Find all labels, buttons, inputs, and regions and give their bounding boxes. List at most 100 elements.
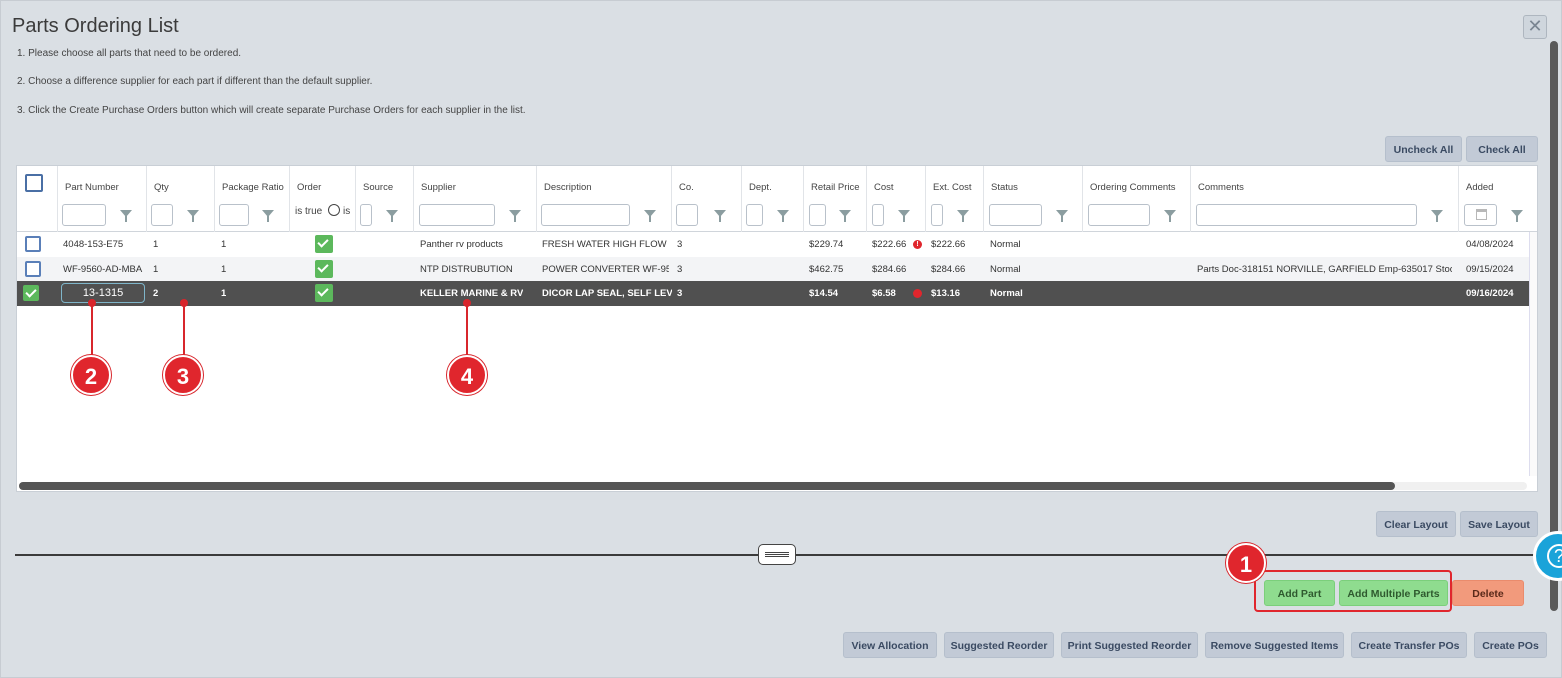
cost-warning-icon: ! [913,240,922,249]
package-ratio-cell: 1 [221,239,227,250]
col-label: Supplier [421,182,456,193]
col-label: Package Ratio [222,182,284,193]
question-icon: ? [1547,544,1562,568]
order-checkbox[interactable] [315,235,333,253]
qty-filter-input[interactable] [151,204,173,226]
annotation-badge-3: 3 [163,355,203,395]
supplier-filter-input[interactable] [419,204,495,226]
create-transfer-pos-button[interactable]: Create Transfer POs [1351,632,1467,658]
package-ratio-cell: 1 [221,264,227,275]
row-checkbox[interactable] [25,236,41,252]
filter-icon[interactable] [386,210,398,222]
grid-horizontal-scroll-thumb[interactable] [19,482,1395,490]
create-pos-button[interactable]: Create POs [1474,632,1547,658]
table-row-selected[interactable]: 13-1315 2 1 KELLER MARINE & RV DICOR LAP… [17,281,1529,306]
uncheck-all-button[interactable]: Uncheck All [1385,136,1462,162]
filter-icon[interactable] [644,210,656,222]
col-label: Status [991,182,1018,193]
order-checkbox[interactable] [315,260,333,278]
col-label: Comments [1198,182,1244,193]
filter-icon[interactable] [187,210,199,222]
remove-suggested-items-button[interactable]: Remove Suggested Items [1205,632,1344,658]
col-label: Description [544,182,592,193]
dialog-vertical-scrollbar[interactable] [1550,41,1558,611]
package-ratio-filter-input[interactable] [219,204,249,226]
part-number-edit-input[interactable]: 13-1315 [61,283,145,303]
row-checkbox[interactable] [23,285,39,301]
qty-cell: 1 [153,264,159,275]
filter-icon[interactable] [1056,210,1068,222]
view-allocation-button[interactable]: View Allocation [843,632,937,658]
filter-icon[interactable] [777,210,789,222]
col-dept: Dept. [742,166,804,232]
save-layout-button[interactable]: Save Layout [1460,511,1538,537]
cost-cell: $284.66 [872,264,907,275]
dept-filter-input[interactable] [746,204,763,226]
table-row[interactable]: 4048-153-E75 1 1 Panther rv products FRE… [17,232,1529,257]
cost-filter-input[interactable] [872,204,884,226]
col-label: Qty [154,182,169,193]
col-label: Dept. [749,182,772,193]
source-filter-input[interactable] [360,204,372,226]
cost-cell: $222.66 [872,239,907,250]
delete-button[interactable]: Delete [1452,580,1524,606]
added-cell: 09/15/2024 [1466,264,1514,275]
splitter-handle[interactable] [758,544,796,565]
col-package-ratio: Package Ratio [215,166,290,232]
status-filter-input[interactable] [989,204,1042,226]
comments-cell: Parts Doc-318151 NORVILLE, GARFIELD Emp-… [1197,264,1452,275]
row-checkbox[interactable] [25,261,41,277]
col-added: Added [1459,166,1537,232]
print-suggested-reorder-button[interactable]: Print Suggested Reorder [1061,632,1198,658]
calendar-icon[interactable] [1476,209,1487,220]
filter-icon[interactable] [509,210,521,222]
select-all-checkbox[interactable] [25,174,43,192]
ext-cost-filter-input[interactable] [931,204,943,226]
col-retail-price: Retail Price [804,166,867,232]
filter-icon[interactable] [1431,210,1443,222]
col-label: Part Number [65,182,119,193]
ordering-comments-filter-input[interactable] [1088,204,1150,226]
col-label: Source [363,182,394,193]
co-filter-input[interactable] [676,204,698,226]
co-cell: 3 [677,264,683,275]
suggested-reorder-button[interactable]: Suggested Reorder [944,632,1054,658]
table-row[interactable]: WF-9560-AD-MBA 1 1 NTP DISTRUBUTION POWE… [17,257,1529,282]
filter-icon[interactable] [120,210,132,222]
filter-icon[interactable] [839,210,851,222]
filter-icon[interactable] [262,210,274,222]
order-checkbox[interactable] [315,284,333,302]
col-status: Status [984,166,1083,232]
col-label: Ordering Comments [1090,182,1176,193]
qty-cell: 2 [153,288,159,299]
dialog-title: Parts Ordering List [12,15,179,37]
parts-grid: Part Number Qty Package Ratio Order is t… [16,165,1538,492]
col-supplier: Supplier [414,166,537,232]
annotation-badge-4: 4 [447,355,487,395]
added-filter-input[interactable] [1464,204,1497,226]
grid-vertical-scrollbar[interactable] [1529,232,1537,476]
status-cell: Normal [990,288,1023,299]
part-number-filter-input[interactable] [62,204,106,226]
ext-cost-cell: $284.66 [931,264,966,275]
col-order: Order is true is [290,166,356,232]
part-number-cell: 4048-153-E75 [63,239,124,250]
description-filter-input[interactable] [541,204,630,226]
clear-layout-button[interactable]: Clear Layout [1376,511,1456,537]
instruction-1: 1. Please choose all parts that need to … [17,48,242,59]
col-label: Added [1466,182,1494,193]
close-icon[interactable]: ✕ [1523,15,1547,39]
package-ratio-cell: 1 [221,288,227,299]
order-filter-radio[interactable] [328,204,340,216]
filter-icon[interactable] [714,210,726,222]
check-all-button[interactable]: Check All [1466,136,1538,162]
retail-price-filter-input[interactable] [809,204,826,226]
col-label: Cost [874,182,894,193]
filter-icon[interactable] [1511,210,1523,222]
filter-icon[interactable] [957,210,969,222]
filter-icon[interactable] [898,210,910,222]
annotation-highlight-box [1254,570,1452,612]
annotation-pointer-line [91,303,93,357]
filter-icon[interactable] [1164,210,1176,222]
comments-filter-input[interactable] [1196,204,1417,226]
